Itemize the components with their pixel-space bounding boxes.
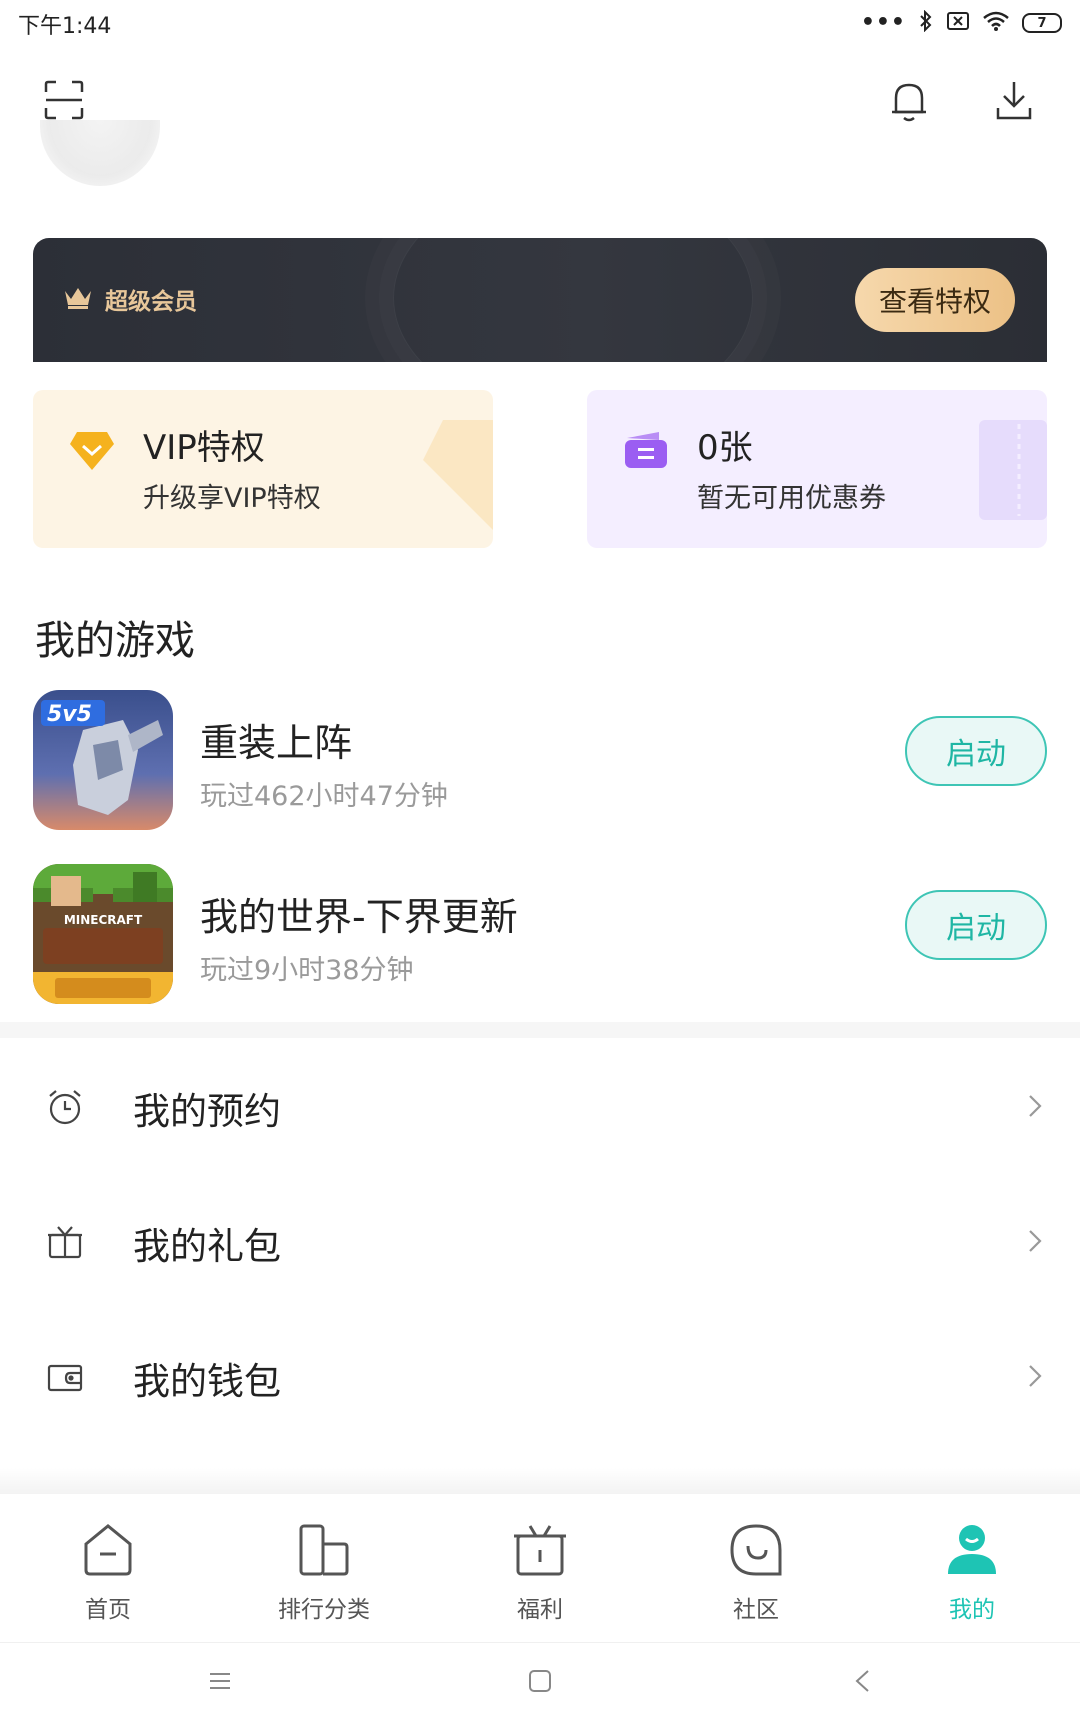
gift-box-icon (46, 1223, 84, 1265)
menu-item-gift-packs[interactable]: 我的礼包 (0, 1183, 1080, 1303)
launch-button[interactable]: 启动 (905, 716, 1047, 786)
nav-label: 社区 (733, 1597, 779, 1623)
vip-privilege-card[interactable]: VIP特权 升级享VIP特权 (33, 390, 493, 548)
diamond-decoration (423, 420, 493, 534)
status-bar: 下午1:44 ••• 7 (0, 0, 1080, 48)
view-privileges-button[interactable]: 查看特权 (855, 268, 1015, 332)
svg-text:MINECRAFT: MINECRAFT (64, 913, 143, 927)
no-sim-icon (946, 11, 970, 35)
nav-label: 首页 (85, 1597, 131, 1623)
game-icon-heavy-assault[interactable]: 5v5 (33, 690, 173, 830)
game-name: 重装上阵 (200, 721, 353, 765)
chevron-right-icon (1028, 1364, 1042, 1392)
nav-item-rankings[interactable]: 排行分类 (216, 1494, 432, 1642)
game-icon-minecraft[interactable]: MINECRAFT (33, 864, 173, 1004)
nav-item-benefits[interactable]: 福利 (432, 1494, 648, 1642)
alarm-clock-icon (46, 1088, 84, 1130)
ticket-decoration (977, 420, 1047, 524)
coupon-icon (623, 430, 669, 476)
crown-icon (63, 285, 93, 313)
avatar[interactable] (40, 120, 160, 186)
coupon-card-subtitle: 暂无可用优惠券 (697, 483, 886, 514)
more-dots-icon: ••• (860, 10, 906, 35)
menu-label: 我的钱包 (133, 1360, 281, 1403)
game-playtime: 玩过462小时47分钟 (200, 781, 448, 812)
vip-card-subtitle: 升级享VIP特权 (143, 483, 321, 514)
diamond-icon (69, 430, 115, 476)
coupon-card-title: 0张 (697, 428, 753, 468)
svg-text:5v5: 5v5 (47, 702, 92, 727)
super-member-banner[interactable]: 超级会员 查看特权 (33, 238, 1047, 362)
profile-icon (942, 1520, 1002, 1580)
bluetooth-icon (918, 9, 934, 36)
super-member-title: 超级会员 (105, 289, 197, 315)
section-divider (0, 1022, 1080, 1038)
nav-item-profile[interactable]: 我的 (864, 1494, 1080, 1642)
launch-button[interactable]: 启动 (905, 890, 1047, 960)
home-square-icon[interactable] (528, 1669, 552, 1697)
nav-label: 排行分类 (278, 1597, 370, 1623)
nav-item-home[interactable]: 首页 (0, 1494, 216, 1642)
nav-label: 我的 (949, 1597, 995, 1623)
nav-item-community[interactable]: 社区 (648, 1494, 864, 1642)
chevron-right-icon (1028, 1229, 1042, 1257)
coupon-card[interactable]: 0张 暂无可用优惠券 (587, 390, 1047, 548)
scan-icon[interactable] (44, 80, 84, 120)
my-games-title: 我的游戏 (35, 618, 195, 664)
header (0, 70, 1080, 140)
status-icons: ••• 7 (860, 9, 1062, 36)
menu-label: 我的预约 (133, 1090, 281, 1133)
menu-item-reservations[interactable]: 我的预约 (0, 1048, 1080, 1168)
download-icon[interactable] (996, 80, 1032, 122)
menu-lines-icon[interactable] (208, 1669, 232, 1697)
game-row[interactable]: MINECRAFT 我的世界-下界更新 玩过9小时38分钟 启动 (0, 864, 1080, 1004)
banner-decoration (393, 238, 753, 362)
back-icon[interactable] (854, 1669, 870, 1697)
status-time: 下午1:44 (18, 14, 112, 39)
wifi-icon (982, 10, 1010, 36)
game-name: 我的世界-下界更新 (200, 895, 518, 939)
vip-card-title: VIP特权 (143, 428, 265, 468)
game-row[interactable]: 5v5 重装上阵 玩过462小时47分钟 启动 (0, 690, 1080, 830)
bell-icon[interactable] (890, 80, 928, 122)
wallet-icon (46, 1358, 84, 1400)
gift-icon (510, 1520, 570, 1580)
nav-shadow (0, 1468, 1080, 1494)
battery-icon: 7 (1022, 13, 1062, 33)
ranking-icon (294, 1520, 354, 1580)
community-icon (726, 1520, 786, 1580)
bottom-nav: 首页 排行分类 福利 社区 我的 (0, 1494, 1080, 1642)
menu-item-wallet[interactable]: 我的钱包 (0, 1318, 1080, 1438)
menu-label: 我的礼包 (133, 1225, 281, 1268)
game-playtime: 玩过9小时38分钟 (200, 955, 414, 986)
nav-label: 福利 (517, 1597, 563, 1623)
system-nav-bar (0, 1642, 1080, 1728)
home-icon (78, 1520, 138, 1580)
chevron-right-icon (1028, 1094, 1042, 1122)
